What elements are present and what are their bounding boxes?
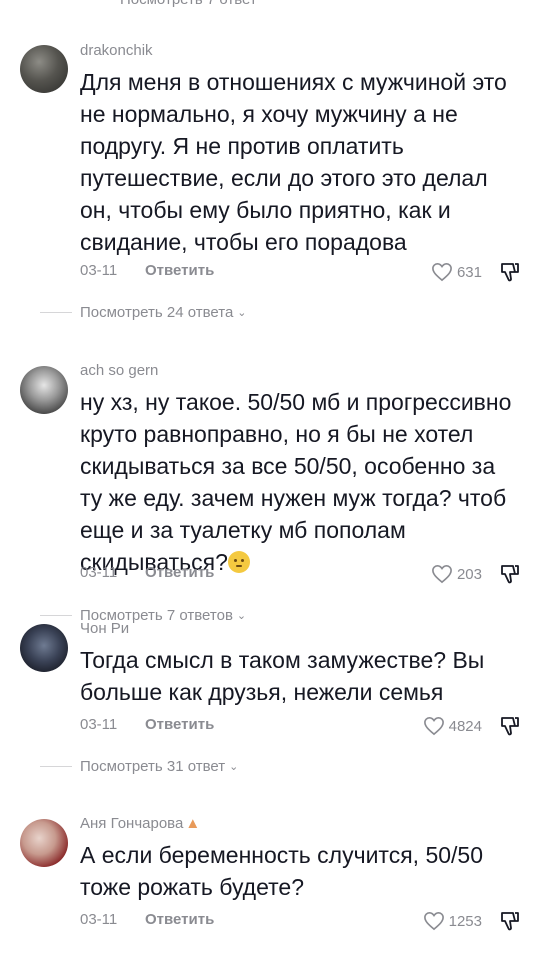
thumbs-down-icon: [501, 565, 519, 584]
comment-username[interactable]: Аня Гончарова ▲: [80, 815, 200, 832]
comment-date: 03-11: [80, 564, 118, 581]
avatar[interactable]: [20, 366, 68, 414]
like-count: 631: [456, 263, 482, 281]
reply-button[interactable]: Ответить: [145, 564, 214, 581]
reply-button[interactable]: Ответить: [145, 911, 214, 928]
reply-button[interactable]: Ответить: [145, 262, 214, 279]
like-count: 203: [456, 565, 482, 583]
dislike-button[interactable]: [498, 260, 522, 288]
comment-meta: 03-11 Ответить 1253: [80, 909, 528, 933]
avatar[interactable]: [20, 819, 68, 867]
like-button[interactable]: 4824: [423, 714, 482, 738]
dislike-button[interactable]: [498, 562, 522, 590]
comment-meta: 03-11 Ответить 4824: [80, 714, 528, 738]
comment-text-content: ну хз, ну такое. 50/50 мб и прогрессивно…: [80, 389, 512, 575]
comment-text: А если беременность случится, 50/50 тоже…: [80, 842, 483, 900]
comment-username[interactable]: drakonchik: [80, 42, 153, 59]
heart-outline-icon: [423, 716, 444, 736]
avatar[interactable]: [20, 624, 68, 672]
view-replies-label: Посмотреть 24 ответа: [80, 304, 234, 321]
dislike-button[interactable]: [498, 909, 522, 937]
comment-date: 03-11: [80, 716, 118, 733]
comment-date: 03-11: [80, 911, 118, 928]
thumbs-down-icon: [501, 717, 519, 736]
comment-meta: 03-11 Ответить 203: [80, 562, 528, 586]
heart-outline-icon: [432, 564, 452, 584]
heart-outline-icon: [432, 262, 452, 282]
thumbs-down-icon: [501, 263, 519, 282]
divider-line: [40, 615, 72, 616]
comment-username[interactable]: ach so gern: [80, 362, 158, 379]
avatar[interactable]: [20, 45, 68, 93]
like-button[interactable]: 203: [431, 562, 482, 586]
view-replies-button[interactable]: Посмотреть 31 ответ ⌄: [40, 758, 239, 775]
chevron-down-icon: ⌄: [229, 761, 239, 773]
comment-text: Для меня в отношениях с мужчиной это не …: [80, 69, 507, 255]
like-button[interactable]: 1253: [423, 909, 482, 933]
divider-line: [40, 766, 72, 767]
view-replies-button[interactable]: Посмотреть 24 ответа ⌄: [40, 304, 247, 321]
view-replies-label: Посмотреть 31 ответ: [80, 758, 226, 775]
username-text: Аня Гончарова: [80, 815, 184, 832]
chevron-down-icon: ⌄: [236, 610, 247, 622]
chevron-down-icon: ⌄: [237, 307, 247, 319]
comment-username[interactable]: Чон Ри: [80, 620, 134, 637]
comment-meta: 03-11 Ответить 631: [80, 260, 528, 284]
like-count: 1253: [448, 912, 482, 930]
like-button[interactable]: 631: [431, 260, 482, 284]
like-count: 4824: [448, 717, 482, 735]
reply-button[interactable]: Ответить: [145, 716, 214, 733]
heart-outline-icon: [423, 911, 444, 931]
thumbs-down-icon: [501, 912, 519, 931]
comment-date: 03-11: [80, 262, 118, 279]
comment-text: ну хз, ну такое. 50/50 мб и прогрессивно…: [80, 386, 520, 578]
view-replies-partial[interactable]: Посмотреть 7 ответ: [120, 0, 257, 8]
comment-text: Тогда смысл в таком замужестве? Вы больш…: [80, 647, 485, 705]
fox-icon: ▲: [185, 815, 201, 832]
divider-line: [40, 312, 72, 313]
dislike-button[interactable]: [498, 714, 522, 742]
